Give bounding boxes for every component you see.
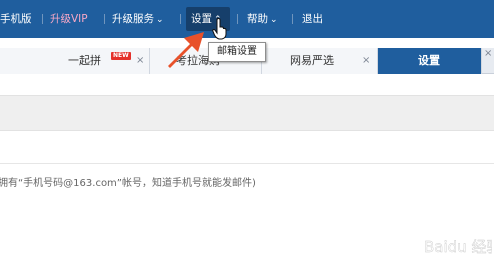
close-icon[interactable]: × <box>362 48 370 74</box>
hand-cursor-icon <box>212 18 227 40</box>
upgrade-service-label: 升级服务 <box>112 13 154 25</box>
tab-label: 设置 <box>418 54 440 67</box>
new-badge: NEW <box>111 52 131 60</box>
settings-tooltip: 邮箱设置 <box>208 42 266 62</box>
annotation-arrow-icon <box>168 32 204 68</box>
mail-settings-page: { "topnav": { "mobile": "手机版", "vip": "升… <box>0 0 494 274</box>
tab-settings[interactable]: 设置 <box>378 48 482 74</box>
close-icon[interactable]: × <box>136 48 144 74</box>
divider <box>0 163 494 164</box>
help-menu[interactable]: 帮助 ⌄ <box>247 0 278 38</box>
mobile-version-link[interactable]: 手机版 <box>0 0 32 38</box>
chevron-down-icon: ⌄ <box>270 15 278 25</box>
upgrade-vip-link[interactable]: 升级VIP <box>50 0 88 38</box>
section-header-band <box>0 95 494 131</box>
tab-label: 一起拼 <box>68 54 101 67</box>
svg-text:Baidu 经验: Baidu 经验 <box>424 238 492 256</box>
nav-separator <box>42 14 43 24</box>
top-navigation-bar: 手机版 升级VIP 升级服务⌄ 设置⌃ 帮助⌄ 退出 <box>0 0 494 38</box>
help-label: 帮助 <box>247 13 268 25</box>
watermark-logo: Baidu 经验 <box>391 229 492 259</box>
close-icon[interactable]: × <box>484 48 492 59</box>
nav-separator <box>104 14 105 24</box>
upgrade-service-menu[interactable]: 升级服务 ⌄ <box>112 0 164 38</box>
nav-separator <box>292 14 293 24</box>
tab-label: 网易严选 <box>290 54 334 67</box>
tab-yanxuan[interactable]: 网易严选 × <box>262 48 378 74</box>
hint-text: 拥有“手机号码@163.com”帐号，知道手机号就能发邮件) <box>0 178 256 189</box>
tab-yiqipin[interactable]: 一起拼 NEW × <box>0 48 150 74</box>
logout-link[interactable]: 退出 <box>302 0 323 38</box>
nav-separator <box>237 14 238 24</box>
